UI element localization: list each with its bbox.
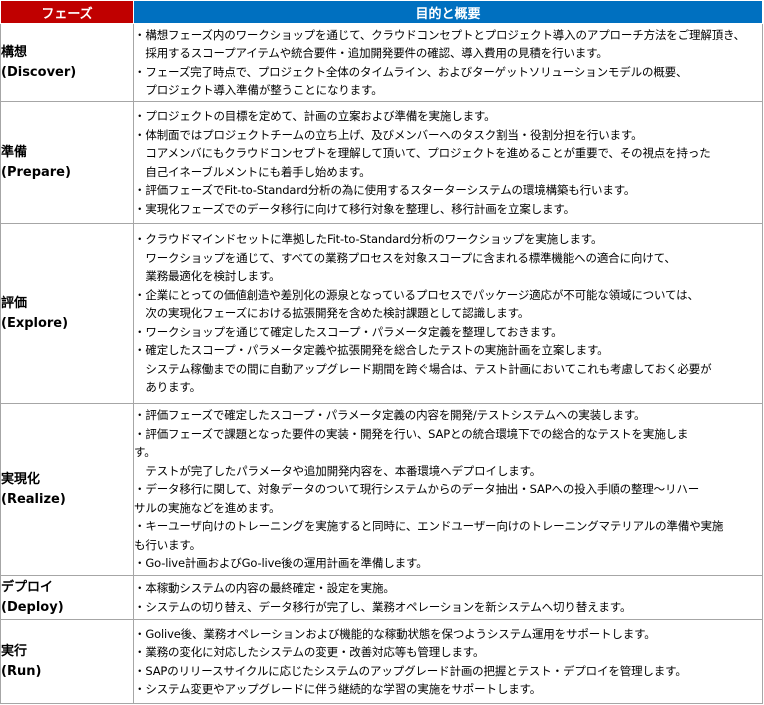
description-line: コアメンバにもクラウドコンセプトを理解して頂いて、プロジェクトを進めることが重要… [134,146,711,160]
description-line: ・企業にとっての価値創造や差別化の源泉となっているプロセスでパッケージ適応が不可… [134,287,699,302]
description-cell: ・評価フェーズで確定したスコープ・パラメータ定義の内容を開発/テストシステムへの… [133,403,763,576]
description-line: ・フェーズ完了時点で、プロジェクト全体のタイムライン、およびターゲットソリューシ… [134,64,688,79]
description-line: 自己イネーブルメントにも着手し始めます。 [134,164,371,179]
phase-cell: 評価 (Explore) [0,223,134,404]
table-row: 構想 (Discover) ・構想フェーズ内のワークショップを通じて、クラウドコ… [0,23,763,102]
description-line: システム稼働までの間に自動アップグレード期間を跨ぐ場合は、テスト計画においてこれ… [134,361,712,376]
phase-name-ja: 評価 [1,295,28,311]
header-phase: フェーズ [0,0,134,24]
description-cell: ・本稼動システムの内容の最終確定・設定を実施。 ・システムの切り替え、データ移行… [133,575,763,620]
description-line: ワークショップを通じて、すべての業務プロセスを対象スコープに含まれる標準機能への… [134,250,676,265]
description-line: ・構想フェーズ内のワークショップを通じて、クラウドコンセプトとプロジェクト導入の… [134,27,745,42]
table-row: 実現化 (Realize) ・評価フェーズで確定したスコープ・パラメータ定義の内… [0,403,763,576]
description-cell: ・プロジェクトの目標を定めて、計画の立案および準備を実施します。 ・体制面ではプ… [133,101,763,224]
description-line: ・実現化フェーズでのデータ移行に向けて移行対象を整理し、移行計画を立案します。 [134,201,575,216]
description-line: ・Golive後、業務オペレーションおよび機能的な稼動状態を保つようシステム運用… [134,626,656,641]
description-line: ・ワークショップを通じて確定したスコープ・パラメータ定義を整理しておきます。 [134,324,563,339]
description-cell: ・Golive後、業務オペレーションおよび機能的な稼動状態を保つようシステム運用… [133,619,763,704]
phase-name-en: (Prepare) [1,164,71,180]
description-line: ・クラウドマインドセットに準拠したFit-to-Standard分析のワークショ… [134,232,603,247]
description-cell: ・構想フェーズ内のワークショップを通じて、クラウドコンセプトとプロジェクト導入の… [133,23,763,102]
table-row: デプロイ (Deploy) ・本稼動システムの内容の最終確定・設定を実施。 ・シ… [0,575,763,620]
description-line: ・Go-live計画およびGo-live後の運用計画を準備します。 [134,556,428,571]
phase-name-ja: 構想 [1,44,28,60]
phase-table: フェーズ 目的と概要 構想 (Discover) ・構想フェーズ内のワークショッ… [0,0,763,704]
phase-name-ja: 実現化 [1,471,41,487]
description-line: テストが完了したパラメータや追加開発内容を、本番環境へデプロイします。 [134,463,542,478]
table-row: 準備 (Prepare) ・プロジェクトの目標を定めて、計画の立案および準備を実… [0,101,763,224]
description-line: ・評価フェーズで確定したスコープ・パラメータ定義の内容を開発/テストシステムへの… [134,408,646,423]
phase-name-en: (Realize) [1,491,66,507]
phase-cell: 準備 (Prepare) [0,101,134,224]
phase-name-en: (Discover) [1,64,77,80]
description-line: ・SAPのリリースサイクルに応じたシステムのアップグレード計画の把握とテスト・デ… [134,663,687,678]
header-purpose: 目的と概要 [133,0,763,24]
description-line: サルの実施などを進めます。 [134,500,281,515]
phase-cell: 実行 (Run) [0,619,134,704]
table-row: 実行 (Run) ・Golive後、業務オペレーションおよび機能的な稼動状態を保… [0,619,763,704]
description-line: ・キーユーザ向けのトレーニングを実施すると同時に、エンドユーザー向けのトレーニン… [134,519,724,534]
phase-name-en: (Deploy) [1,599,64,615]
description-line: す。 [134,445,156,460]
description-line: も行います。 [134,537,201,552]
description-line: ・プロジェクトの目標を定めて、計画の立案および準備を実施します。 [134,109,496,123]
phase-name-en: (Run) [1,663,42,679]
description-line: ・評価フェーズでFit-to-Standard分析の為に使用するスターターシステ… [134,183,636,197]
description-cell: ・クラウドマインドセットに準拠したFit-to-Standard分析のワークショ… [133,223,763,404]
description-line: ・確定したスコープ・パラメータ定義や拡張開発を総合したテストの実施計画を立案しま… [134,343,609,358]
description-line: ・業務の変化に対応したシステムの変更・改善対応等も管理します。 [134,645,485,659]
description-line: ・評価フェーズで課題となった要件の実装・開発を行い、SAPとの統合環境下での総合… [134,426,689,441]
description-line: 次の実現化フェーズにおける拡張開発を含めた検討課題として認識します。 [134,306,530,321]
description-line: 採用するスコープアイテムや統合要件・追加開発要件の確認、導入費用の見積を行います… [134,46,608,60]
description-line: ・本稼動システムの内容の最終確定・設定を実施。 [134,581,395,595]
phase-name-ja: 実行 [1,643,28,659]
phase-name-en: (Explore) [1,315,69,331]
table-header-row: フェーズ 目的と概要 [0,0,763,24]
phase-cell: 構想 (Discover) [0,23,134,102]
phase-cell: デプロイ (Deploy) [0,575,134,620]
description-line: 業務最適化を検討します。 [134,269,281,284]
phase-name-ja: デプロイ [1,579,54,595]
phase-cell: 実現化 (Realize) [0,403,134,576]
description-line: ・データ移行に関して、対象データのついて現行システムからのデータ抽出・SAPへの… [134,482,700,497]
description-line: ・システム変更やアップグレードに伴う継続的な学習の実施をサポートします。 [134,682,542,696]
table-row: 評価 (Explore) ・クラウドマインドセットに準拠したFit-to-Sta… [0,223,763,404]
description-line: あります。 [134,380,201,395]
phase-name-ja: 準備 [1,144,28,160]
description-line: ・体制面ではプロジェクトチームの立ち上げ、及びメンバーへのタスク割当・役割分担を… [134,127,643,142]
description-line: ・システムの切り替え、データ移行が完了し、業務オペレーションを新システムへ切り替… [134,599,632,614]
description-line: プロジェクト導入準備が整うことになります。 [134,83,383,97]
